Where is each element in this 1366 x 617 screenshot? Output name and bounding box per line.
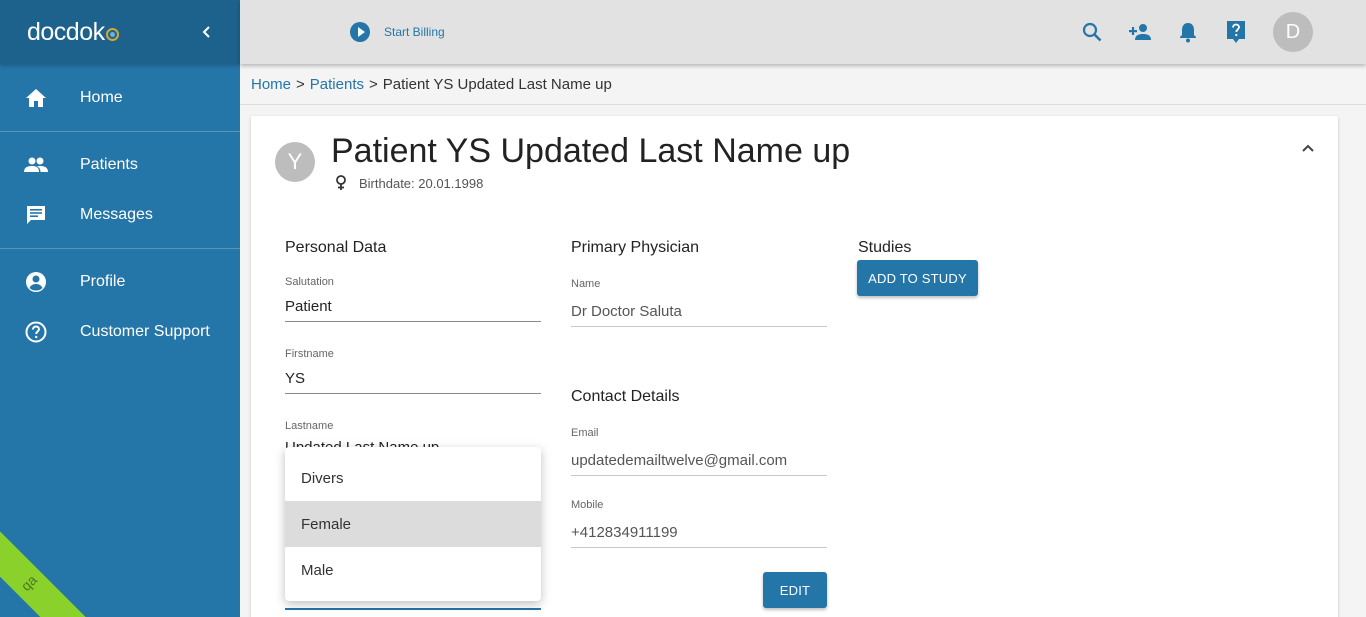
breadcrumb-home-link[interactable]: Home: [251, 76, 291, 93]
chevron-left-icon: [202, 26, 210, 38]
collapse-sidebar-button[interactable]: [198, 22, 214, 42]
birthdate-text: Birthdate: 20.01.1998: [359, 175, 484, 191]
add-person-icon[interactable]: [1129, 20, 1153, 44]
breadcrumb-separator: >: [296, 76, 305, 93]
bell-icon[interactable]: [1176, 20, 1200, 44]
sidebar: docdok Home Patients Messages Profile Cu…: [0, 0, 240, 617]
email-field: updatedemailtwelve@gmail.com: [571, 452, 827, 476]
breadcrumb-divider: [240, 104, 1366, 105]
people-icon: [24, 153, 48, 177]
help-icon[interactable]: [1224, 20, 1248, 44]
search-icon[interactable]: [1080, 20, 1104, 44]
breadcrumb-patients-link[interactable]: Patients: [310, 76, 364, 93]
breadcrumb: Home > Patients > Patient YS Updated Last Na…: [251, 76, 612, 93]
breadcrumb-separator: >: [368, 76, 378, 93]
logo-mark-icon: [105, 27, 119, 41]
salutation-label: Salutation: [285, 276, 334, 288]
sidebar-item-label: Patients: [80, 156, 138, 173]
firstname-field[interactable]: YS: [285, 370, 541, 394]
sidebar-item-customer-support[interactable]: Customer Support: [0, 307, 240, 357]
sidebar-item-label: Messages: [80, 206, 153, 223]
account-circle-icon: [24, 270, 48, 294]
lastname-label: Lastname: [285, 420, 334, 432]
sidebar-item-label: Profile: [80, 273, 126, 290]
personal-data-title: Personal Data: [285, 239, 387, 256]
patient-name: Patient YS Updated Last Name up: [331, 132, 851, 170]
sidebar-item-home[interactable]: Home: [0, 73, 240, 123]
gender-option-divers[interactable]: Divers: [285, 455, 541, 501]
mobile-label: Mobile: [571, 499, 604, 511]
chevron-up-icon: [1302, 144, 1314, 152]
logo[interactable]: docdok: [27, 18, 119, 47]
patient-avatar: Y: [275, 142, 315, 182]
start-billing-label: Start Billing: [384, 25, 445, 39]
breadcrumb-current: Patient YS Updated Last Name up: [382, 76, 612, 93]
sidebar-item-patients[interactable]: Patients: [0, 140, 240, 190]
play-circle-icon: [350, 22, 370, 42]
female-icon: [336, 175, 346, 190]
email-label: Email: [571, 427, 599, 439]
studies-title: Studies: [858, 239, 912, 256]
start-billing-button[interactable]: Start Billing: [350, 22, 445, 42]
salutation-field[interactable]: Patient: [285, 298, 541, 322]
qa-badge-label: qa: [17, 571, 41, 595]
home-icon: [24, 86, 48, 110]
sidebar-item-profile[interactable]: Profile: [0, 257, 240, 307]
physician-name-label: Name: [571, 278, 601, 290]
logo-text: docdok: [27, 17, 105, 46]
patient-avatar-initial: Y: [287, 149, 303, 174]
user-avatar-initial: D: [1285, 20, 1301, 43]
primary-physician-title: Primary Physician: [571, 239, 700, 256]
qa-environment-badge: qa: [0, 525, 87, 617]
gender-option-male[interactable]: Male: [285, 547, 541, 593]
sidebar-item-label: Customer Support: [80, 323, 210, 340]
message-icon: [24, 203, 48, 227]
user-avatar[interactable]: D: [1273, 12, 1313, 52]
top-bar: Start Billing D: [240, 0, 1366, 64]
sidebar-item-messages[interactable]: Messages: [0, 190, 240, 240]
help-circle-icon: [24, 320, 48, 344]
contact-details-title: Contact Details: [571, 388, 680, 405]
physician-name-field: Dr Doctor Saluta: [571, 303, 827, 327]
sidebar-header: docdok: [0, 0, 240, 64]
patient-birthdate: Birthdate: 20.01.1998: [335, 175, 483, 191]
gender-option-female[interactable]: Female: [285, 501, 541, 547]
edit-button[interactable]: EDIT: [763, 572, 827, 608]
firstname-label: Firstname: [285, 348, 334, 360]
mobile-field: +412834911199: [571, 524, 827, 548]
sidebar-item-label: Home: [80, 89, 123, 106]
add-to-study-button[interactable]: ADD TO STUDY: [857, 260, 978, 296]
collapse-card-button[interactable]: [1300, 140, 1316, 156]
gender-select-underline: [285, 608, 541, 610]
gender-dropdown-menu: Divers Female Male: [285, 447, 541, 601]
